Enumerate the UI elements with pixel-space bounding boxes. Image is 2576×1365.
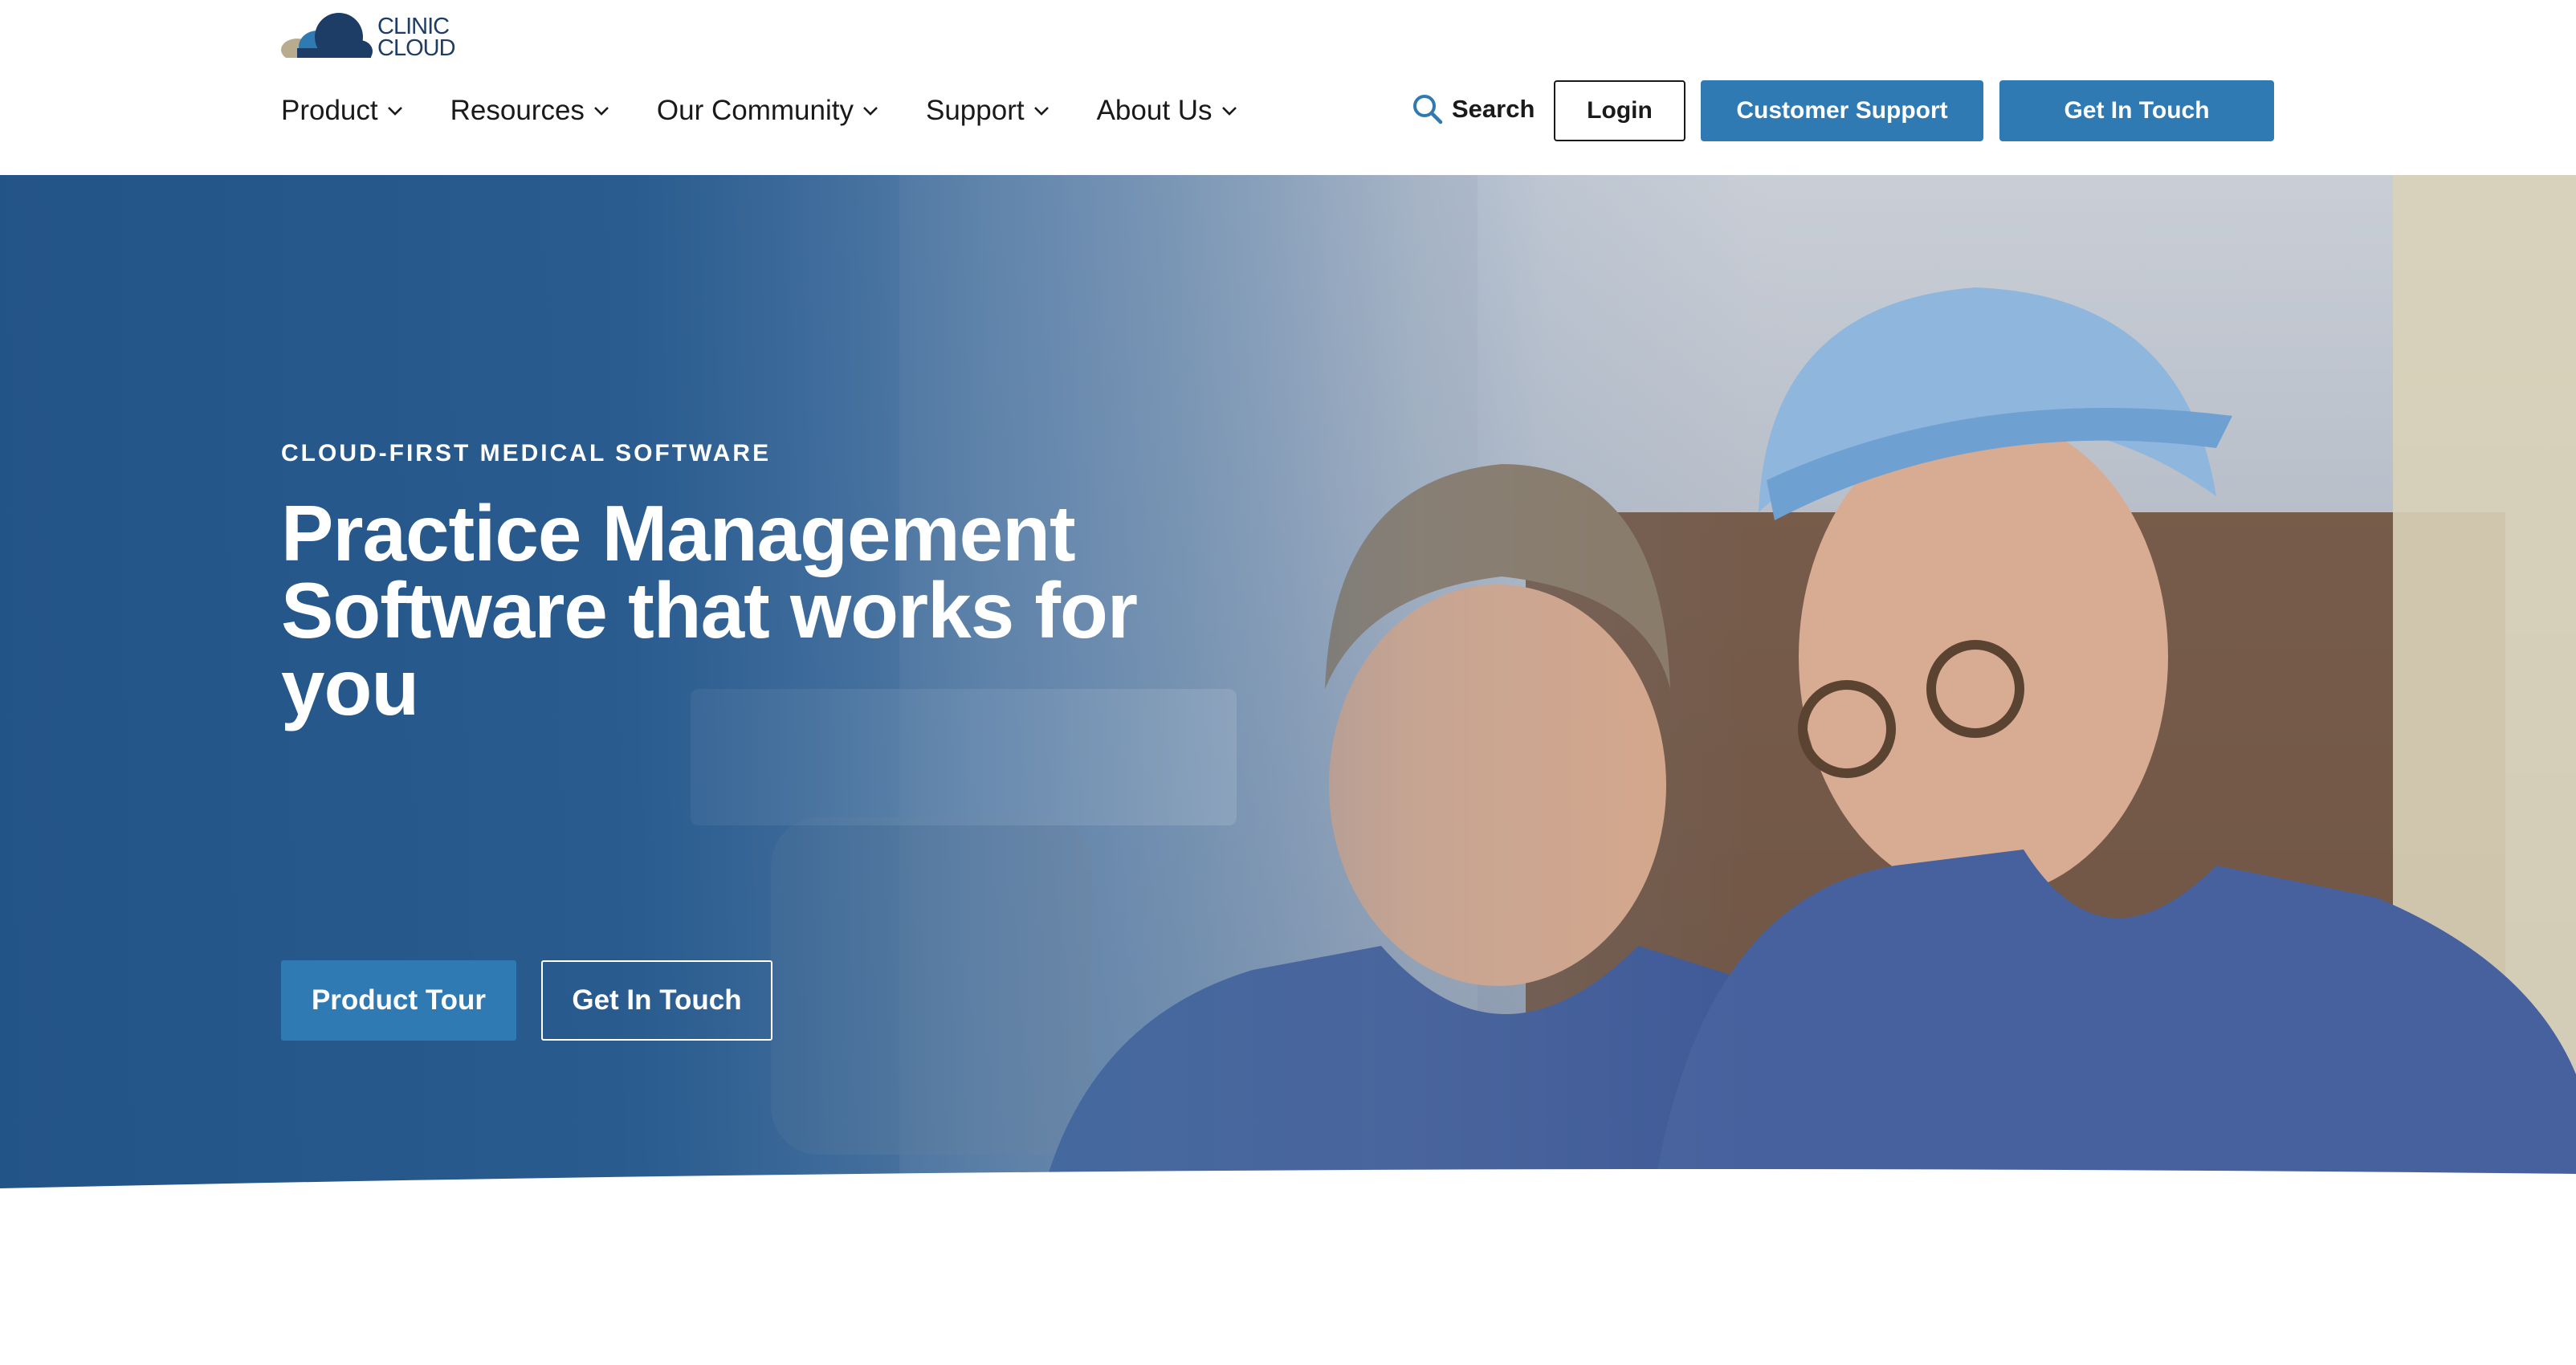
logo-line2: CLOUD [377,35,456,61]
site-header: CLINIC CLOUD Product Resources Our Commu… [0,0,2576,175]
chevron-down-icon [1033,107,1049,116]
chevron-down-icon [387,107,402,116]
chevron-down-icon [1221,107,1237,116]
logo-line1: CLINIC [377,14,450,39]
clinic-cloud-logo[interactable]: CLINIC CLOUD [279,10,479,64]
main-nav: Product Resources Our Community Support … [281,88,1285,133]
hero-bottom-curve [0,1169,2576,1188]
product-tour-button[interactable]: Product Tour [281,960,516,1041]
logo-wordmark: CLINIC CLOUD [377,14,456,61]
hero-section: CLOUD-FIRST MEDICAL SOFTWARE Practice Ma… [0,175,2576,1188]
nav-item-label: Resources [450,95,585,126]
search-button[interactable]: Search [1412,92,1535,127]
search-icon [1413,95,1443,124]
nav-item-label: Our Community [656,95,854,126]
nav-item-product[interactable]: Product [281,95,404,127]
nav-item-about-us[interactable]: About Us [1097,95,1238,127]
cloud-logo-icon [279,13,376,63]
nav-item-label: Product [281,95,378,126]
nav-item-support[interactable]: Support [926,95,1050,127]
search-label: Search [1452,95,1535,123]
nav-item-resources[interactable]: Resources [450,95,610,127]
nav-item-label: Support [925,95,1025,126]
chevron-down-icon [863,107,878,116]
nav-item-label: About Us [1096,95,1213,126]
hero-content: CLOUD-FIRST MEDICAL SOFTWARE Practice Ma… [281,440,1204,1041]
nav-item-our-community[interactable]: Our Community [657,95,879,127]
login-button[interactable]: Login [1554,80,1685,141]
hero-eyebrow: CLOUD-FIRST MEDICAL SOFTWARE [281,440,772,467]
get-in-touch-hero-button[interactable]: Get In Touch [541,960,772,1041]
chevron-down-icon [594,107,609,116]
customer-support-button[interactable]: Customer Support [1701,80,1983,141]
hero-headline: Practice Management Software that works … [281,489,1138,731]
get-in-touch-header-button[interactable]: Get In Touch [1999,80,2274,141]
